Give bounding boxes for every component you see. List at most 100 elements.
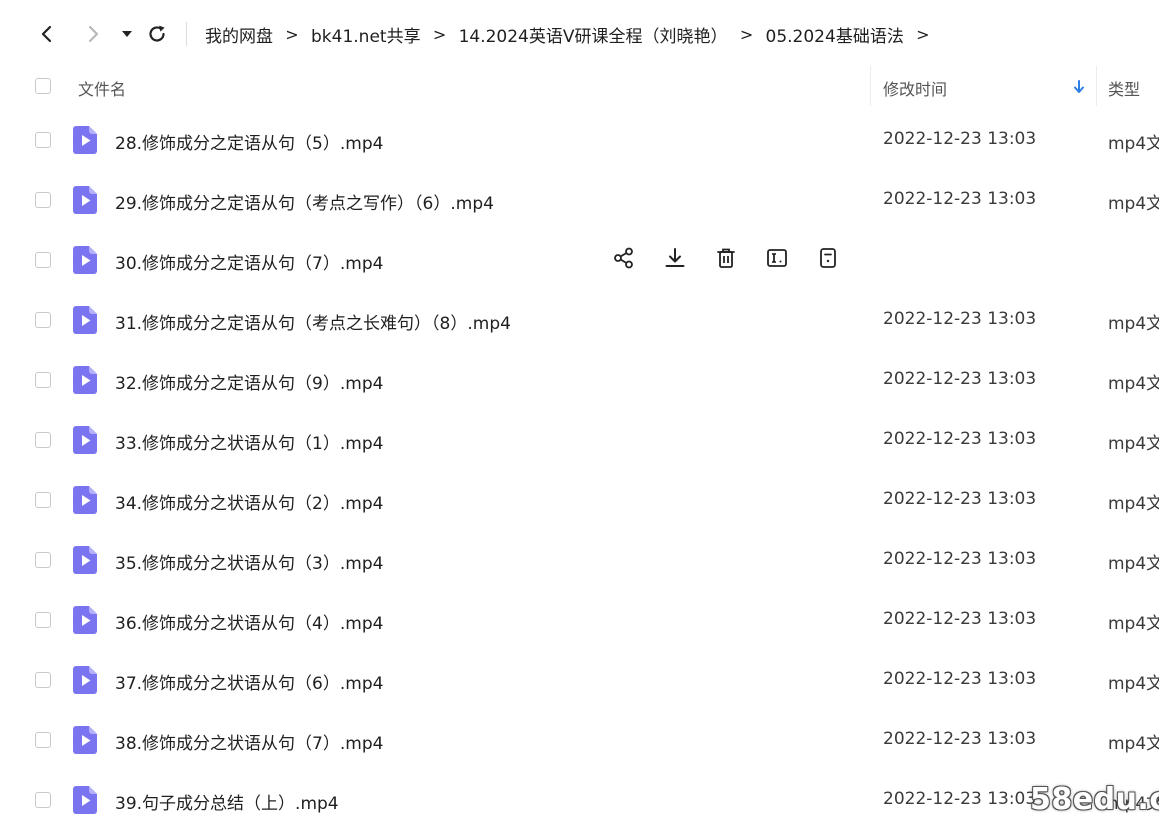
chevron-left-icon: [41, 25, 52, 43]
row-checkbox[interactable]: [35, 612, 51, 628]
file-row[interactable]: 28.修饰成分之定语从句（5）.mp4 2022-12-23 13:03 mp4文件: [0, 110, 1159, 170]
row-checkbox[interactable]: [35, 792, 51, 808]
video-file-icon: [73, 486, 97, 514]
toolbar-divider: [186, 22, 187, 46]
share-button[interactable]: [612, 246, 636, 270]
row-checkbox[interactable]: [35, 372, 51, 388]
sort-down-arrow-icon[interactable]: [1073, 79, 1085, 95]
row-checkbox[interactable]: [35, 252, 51, 268]
column-divider[interactable]: [870, 66, 871, 106]
column-header-type[interactable]: 类型: [1108, 76, 1140, 100]
caret-down-icon: [122, 31, 132, 37]
breadcrumb-trailing-chevron[interactable]: >: [916, 25, 930, 44]
download-button[interactable]: [663, 246, 687, 270]
file-row[interactable]: 38.修饰成分之状语从句（7）.mp4 2022-12-23 13:03 mp4文件: [0, 710, 1159, 770]
chevron-right-icon: [88, 25, 99, 43]
file-type: mp4文件: [1108, 134, 1159, 154]
video-file-icon: [73, 546, 97, 574]
history-dropdown-button[interactable]: [113, 20, 141, 48]
file-row[interactable]: 32.修饰成分之定语从句（9）.mp4 2022-12-23 13:03 mp4文件: [0, 350, 1159, 410]
file-modified-time: 2022-12-23 13:03: [883, 129, 1037, 149]
file-type: mp4文件: [1108, 314, 1159, 334]
video-file-icon: [73, 426, 97, 454]
file-row[interactable]: 35.修饰成分之状语从句（3）.mp4 2022-12-23 13:03 mp4文件: [0, 530, 1159, 590]
file-modified-time: 2022-12-23 13:03: [883, 609, 1037, 629]
breadcrumb-item-my-drive[interactable]: 我的网盘: [205, 22, 273, 47]
file-row[interactable]: 33.修饰成分之状语从句（1）.mp4 2022-12-23 13:03 mp4文件: [0, 410, 1159, 470]
file-modified-time: 2022-12-23 13:03: [883, 669, 1037, 689]
breadcrumb: 我的网盘 > bk41.net共享 > 14.2024英语V研课全程（刘晓艳） …: [205, 20, 942, 48]
file-name[interactable]: 29.修饰成分之定语从句（考点之写作）（6）.mp4: [115, 189, 494, 214]
file-modified-time: 2022-12-23 13:03: [883, 789, 1037, 809]
file-type: mp4文件: [1108, 194, 1159, 214]
video-file-icon: [73, 186, 97, 214]
video-file-icon: [73, 786, 97, 814]
breadcrumb-item-grammar[interactable]: 05.2024基础语法: [766, 22, 904, 47]
row-checkbox[interactable]: [35, 552, 51, 568]
file-row[interactable]: 37.修饰成分之状语从句（6）.mp4 2022-12-23 13:03 mp4文件: [0, 650, 1159, 710]
row-checkbox[interactable]: [35, 132, 51, 148]
row-checkbox[interactable]: [35, 732, 51, 748]
file-type: mp4文件: [1108, 674, 1159, 694]
row-checkbox[interactable]: [35, 432, 51, 448]
file-name[interactable]: 33.修饰成分之状语从句（1）.mp4: [115, 429, 383, 454]
file-modified-time: 2022-12-23 13:03: [883, 729, 1037, 749]
breadcrumb-separator: >: [432, 24, 447, 44]
file-row[interactable]: 30.修饰成分之定语从句（7）.mp4: [0, 230, 1159, 290]
breadcrumb-separator: >: [739, 24, 754, 44]
file-list-header: 文件名 修改时间 类型: [0, 66, 1159, 106]
breadcrumb-item-shared[interactable]: bk41.net共享: [311, 22, 421, 47]
file-modified-time: 2022-12-23 13:03: [883, 309, 1037, 329]
row-checkbox[interactable]: [35, 312, 51, 328]
file-name[interactable]: 34.修饰成分之状语从句（2）.mp4: [115, 489, 383, 514]
select-all-checkbox[interactable]: [35, 78, 51, 94]
row-checkbox[interactable]: [35, 672, 51, 688]
refresh-button[interactable]: [143, 20, 171, 48]
file-name[interactable]: 32.修饰成分之定语从句（9）.mp4: [115, 369, 383, 394]
watermark-text: 58edu.cc: [1030, 782, 1159, 817]
file-modified-time: 2022-12-23 13:03: [883, 549, 1037, 569]
file-modified-time: 2022-12-23 13:03: [883, 489, 1037, 509]
row-checkbox[interactable]: [35, 492, 51, 508]
file-name[interactable]: 28.修饰成分之定语从句（5）.mp4: [115, 129, 383, 154]
file-name[interactable]: 31.修饰成分之定语从句（考点之长难句）（8）.mp4: [115, 309, 511, 334]
rename-icon: [767, 249, 787, 267]
file-modified-time: 2022-12-23 13:03: [883, 189, 1037, 209]
column-header-modified[interactable]: 修改时间: [883, 76, 947, 100]
refresh-icon: [149, 25, 165, 42]
file-row[interactable]: 29.修饰成分之定语从句（考点之写作）（6）.mp4 2022-12-23 13:…: [0, 170, 1159, 230]
video-file-icon: [73, 126, 97, 154]
video-file-icon: [73, 726, 97, 754]
download-icon: [665, 248, 685, 267]
delete-button[interactable]: [714, 246, 738, 270]
row-checkbox[interactable]: [35, 192, 51, 208]
more-icon: [820, 248, 836, 268]
video-file-icon: [73, 306, 97, 334]
file-row[interactable]: 34.修饰成分之状语从句（2）.mp4 2022-12-23 13:03 mp4文件: [0, 470, 1159, 530]
file-name[interactable]: 38.修饰成分之状语从句（7）.mp4: [115, 729, 383, 754]
column-header-name[interactable]: 文件名: [78, 76, 126, 100]
breadcrumb-separator: >: [285, 24, 299, 44]
file-type: mp4文件: [1108, 614, 1159, 634]
share-icon: [614, 247, 633, 269]
file-type: mp4文件: [1108, 554, 1159, 574]
file-name[interactable]: 35.修饰成分之状语从句（3）.mp4: [115, 549, 383, 574]
file-type: mp4文件: [1108, 494, 1159, 514]
file-row[interactable]: 36.修饰成分之状语从句（4）.mp4 2022-12-23 13:03 mp4文件: [0, 590, 1159, 650]
file-name[interactable]: 30.修饰成分之定语从句（7）.mp4: [115, 249, 383, 274]
file-type: mp4文件: [1108, 734, 1159, 754]
more-button[interactable]: [816, 246, 840, 270]
file-name[interactable]: 36.修饰成分之状语从句（4）.mp4: [115, 609, 383, 634]
delete-icon: [717, 248, 735, 268]
file-row[interactable]: 31.修饰成分之定语从句（考点之长难句）（8）.mp4 2022-12-23 13…: [0, 290, 1159, 350]
forward-button[interactable]: [79, 20, 107, 48]
breadcrumb-item-course[interactable]: 14.2024英语V研课全程（刘晓艳）: [459, 22, 728, 47]
file-row[interactable]: 39.句子成分总结（上）.mp42022-12-23 13:03mp4文件: [0, 770, 1159, 830]
file-name[interactable]: 37.修饰成分之状语从句（6）.mp4: [115, 669, 383, 694]
file-name[interactable]: 39.句子成分总结（上）.mp4: [115, 789, 339, 814]
file-modified-time: 2022-12-23 13:03: [883, 369, 1037, 389]
back-button[interactable]: [33, 20, 61, 48]
column-divider[interactable]: [1096, 66, 1097, 106]
rename-button[interactable]: [765, 246, 789, 270]
navigation-toolbar: 我的网盘 > bk41.net共享 > 14.2024英语V研课全程（刘晓艳） …: [0, 0, 1159, 66]
